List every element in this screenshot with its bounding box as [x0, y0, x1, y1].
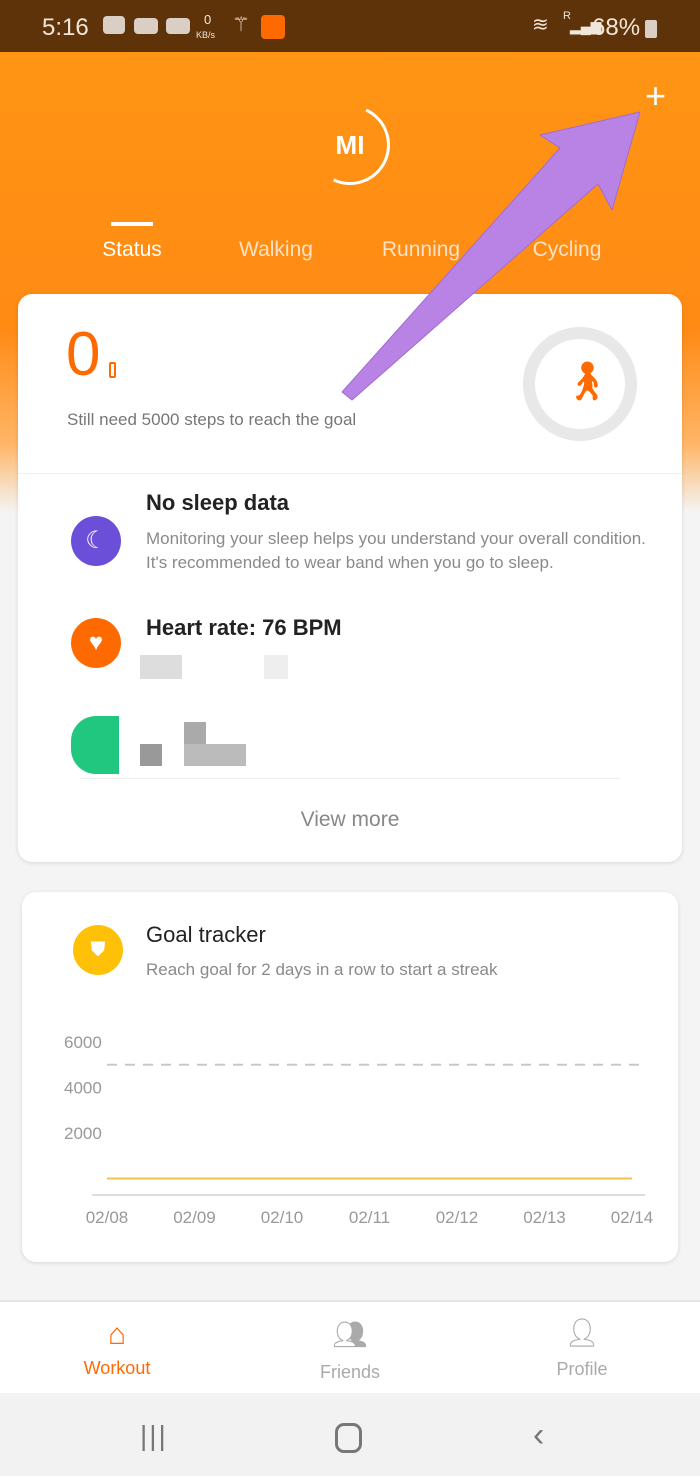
- clock: 5:16: [42, 14, 89, 41]
- sleep-desc: Monitoring your sleep helps you understa…: [146, 529, 646, 572]
- status-bar: 5:16 0 KB/s ⚚ ≋ R ▂▄▆ 68%: [0, 0, 700, 52]
- tab-indicator: [111, 222, 153, 226]
- youtube-icon: [166, 18, 190, 34]
- y-tick-label: 2000: [64, 1124, 102, 1143]
- mi-fit-icon: [261, 15, 285, 39]
- x-tick-label: 02/11: [349, 1208, 390, 1227]
- y-tick-label: 4000: [64, 1079, 102, 1098]
- home-icon[interactable]: ⌂: [47, 1318, 187, 1352]
- pixelated-content: [184, 722, 206, 744]
- battery-level: 68%: [592, 14, 641, 41]
- pixelated-content: [140, 655, 182, 679]
- x-tick-label: 02/08: [86, 1208, 129, 1227]
- x-tick-label: 02/14: [611, 1208, 654, 1227]
- net-unit: KB/s: [196, 30, 216, 40]
- y-tick-label: 6000: [64, 1033, 102, 1052]
- view-more-button[interactable]: View more: [18, 808, 682, 832]
- pixelated-content: [184, 744, 246, 766]
- step-count: 0: [66, 320, 101, 389]
- x-tick-label: 02/13: [523, 1208, 566, 1227]
- message-icon: [103, 16, 125, 34]
- tab-cycling[interactable]: Cycling: [497, 238, 637, 262]
- goal-tracker-title[interactable]: Goal tracker: [146, 922, 266, 948]
- tab-status[interactable]: Status: [62, 238, 202, 262]
- x-tick-label: 02/10: [261, 1208, 304, 1227]
- heart-icon: ♥: [71, 618, 121, 668]
- pixelated-content: [140, 744, 162, 766]
- plus-icon[interactable]: +: [645, 78, 666, 114]
- nav-workout[interactable]: Workout: [47, 1358, 187, 1379]
- x-tick-label: 02/09: [173, 1208, 216, 1227]
- wifi-icon: ≋: [532, 14, 549, 36]
- mi-logo: MI: [335, 130, 365, 160]
- battery-icon: [645, 20, 657, 38]
- band-icon: [109, 362, 116, 378]
- heart-title[interactable]: Heart rate: 76 BPM: [146, 615, 342, 641]
- profile-icon[interactable]: 👤︎: [512, 1316, 652, 1349]
- magic-wand-icon: ⚚: [232, 14, 250, 36]
- back-button[interactable]: ‹: [533, 1416, 544, 1455]
- home-button[interactable]: [335, 1423, 362, 1453]
- net-speed: 0: [204, 12, 212, 27]
- goal-tracker-subtitle: Reach goal for 2 days in a row to start …: [146, 960, 498, 979]
- sleep-title[interactable]: No sleep data: [146, 490, 289, 516]
- pixelated-content: [264, 655, 288, 679]
- tab-walking[interactable]: Walking: [206, 238, 346, 262]
- divider: [80, 778, 620, 779]
- badge-icon: ⛊: [73, 925, 123, 975]
- steps-chart: 6000 4000 2000 02/08 02/09 02/10 02/11 02/12 02/…: [64, 1033, 654, 1227]
- nav-profile[interactable]: Profile: [512, 1359, 652, 1380]
- divider: [18, 473, 682, 474]
- nav-friends[interactable]: Friends: [280, 1362, 420, 1383]
- x-tick-label: 02/12: [436, 1208, 479, 1227]
- youtube-icon: [134, 18, 158, 34]
- tab-running[interactable]: Running: [351, 238, 491, 262]
- band-device-icon: [71, 716, 119, 774]
- walking-icon: 🚶︎: [563, 361, 612, 403]
- sleep-icon: ☾: [71, 516, 121, 566]
- recents-button[interactable]: |||: [140, 1420, 168, 1452]
- friends-icon[interactable]: 👥︎: [280, 1318, 420, 1351]
- goal-text: Still need 5000 steps to reach the goal: [67, 410, 357, 429]
